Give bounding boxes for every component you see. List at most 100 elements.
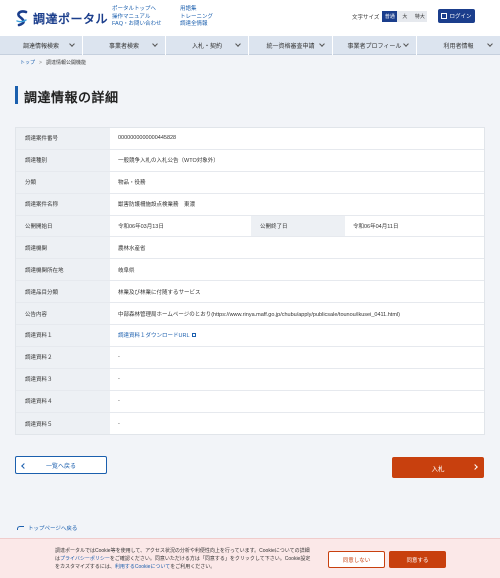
logo-mark-icon xyxy=(16,10,28,27)
category-label: 分類 xyxy=(16,171,110,193)
text-size-xlarge-button[interactable]: 特大 xyxy=(412,11,428,22)
return-arrow-icon xyxy=(17,526,24,530)
text-size-switcher: 文字サイズ 普通 大 特大 xyxy=(352,11,428,22)
doc1-label: 調達資料１ xyxy=(16,325,110,346)
page-title-block: 調達情報の詳細 xyxy=(15,84,485,106)
text-size-large-button[interactable]: 大 xyxy=(397,11,413,22)
cookie-message: 調達ポータルではCookie等を使用して、アクセス状況の分析や利便性向上を行って… xyxy=(55,547,313,571)
nav-label: 事業者検索 xyxy=(108,44,139,50)
publish-end-label: 公開終了日 xyxy=(251,215,345,237)
nav-item-procurement-search[interactable]: 調達情報検索 xyxy=(0,36,83,55)
breadcrumb-home-link[interactable]: トップ xyxy=(20,60,35,66)
nav-label: 統一資格審査申請 xyxy=(266,44,315,50)
doc1-cell: 調達資料１ダウンロードURL xyxy=(110,325,484,346)
table-row: 調達案件番号 0000000000000445828 xyxy=(16,128,484,150)
title-accent-bar xyxy=(15,86,18,104)
cookie-usage-link[interactable]: 利用するCookieについて xyxy=(115,564,170,570)
portal-top-link[interactable]: ポータルトップへ xyxy=(112,6,162,14)
back-to-list-button[interactable]: 一覧へ戻る xyxy=(15,456,107,474)
nav-label: 事業者プロフィール xyxy=(347,44,402,50)
login-button[interactable]: ログイン xyxy=(438,9,475,23)
privacy-policy-link[interactable]: プライバシーポリシー xyxy=(60,556,110,562)
case-name-value: 獣害防護柵施設点検業務 東濃 xyxy=(110,193,484,215)
nav-item-qualification[interactable]: 統一資格審査申請 xyxy=(249,36,333,55)
manual-link[interactable]: 操作マニュアル xyxy=(112,14,162,22)
location-value: 岐阜県 xyxy=(110,259,484,281)
table-row: 調達機関 農林水産省 xyxy=(16,237,484,260)
doc1-download-link[interactable]: 調達資料１ダウンロードURL xyxy=(118,331,190,339)
chevron-down-icon xyxy=(403,41,409,47)
chevron-left-icon xyxy=(21,462,27,469)
training-link[interactable]: トレーニング xyxy=(180,14,213,22)
chevron-right-icon xyxy=(472,464,478,470)
publish-start-value: 令和06年03月13日 xyxy=(110,215,251,237)
faq-link[interactable]: FAQ・お問い合わせ xyxy=(112,21,162,29)
table-row: 調達案件名称 獣害防護柵施設点検業務 東濃 xyxy=(16,193,484,216)
page-top-label: トップページへ戻る xyxy=(28,526,78,532)
header-links-secondary: 用語集 トレーニング 調達全情報 xyxy=(180,6,213,29)
table-row: 調達資料５ - xyxy=(16,412,484,435)
nav-item-bid-contract[interactable]: 入札・契約 xyxy=(166,36,249,55)
category-value: 物品・役務 xyxy=(110,171,484,193)
global-nav: 調達情報検索 事業者検索 入札・契約 統一資格審査申請 事業者プロフィール 利用… xyxy=(0,36,500,55)
nav-label: 入札・契約 xyxy=(191,44,222,50)
cookie-decline-button[interactable]: 同意しない xyxy=(328,551,385,568)
nav-label: 利用者情報 xyxy=(443,44,474,50)
cookie-accept-button[interactable]: 同意する xyxy=(389,551,446,568)
case-number-label: 調達案件番号 xyxy=(16,128,110,149)
chevron-down-icon xyxy=(235,41,241,47)
cookie-banner: 調達ポータルではCookie等を使用して、アクセス状況の分析や利便性向上を行って… xyxy=(0,538,500,578)
doc5-value: - xyxy=(110,412,484,435)
glossary-link[interactable]: 用語集 xyxy=(180,6,213,14)
nav-label: 調達情報検索 xyxy=(22,44,59,50)
notice-label: 公告内容 xyxy=(16,303,110,325)
doc2-value: - xyxy=(110,346,484,368)
doc4-label: 調達資料４ xyxy=(16,390,110,412)
breadcrumb-separator: > xyxy=(39,60,42,66)
back-label: 一覧へ戻る xyxy=(45,463,76,470)
table-row: 調達資料３ - xyxy=(16,368,484,391)
table-row: 調達機関所在地 岐阜県 xyxy=(16,259,484,282)
table-row: 調達資料４ - xyxy=(16,390,484,413)
breadcrumb-current: 調達情報公開機能 xyxy=(45,60,86,66)
type-value: 一般競争入札の入札公告（WTO対象外） xyxy=(110,149,484,171)
doc2-label: 調達資料２ xyxy=(16,346,110,368)
agency-value: 農林水産省 xyxy=(110,237,484,259)
doc3-value: - xyxy=(110,368,484,390)
text-size-label: 文字サイズ xyxy=(352,14,380,21)
item-class-value: 林業及び林業に付随するサービス xyxy=(110,281,484,303)
breadcrumb: トップ > 調達情報公開機能 xyxy=(20,59,86,66)
table-row: 調達資料１ 調達資料１ダウンロードURL xyxy=(16,325,484,347)
publish-start-label: 公開開始日 xyxy=(16,215,110,237)
login-label: ログイン xyxy=(449,14,472,20)
nav-item-business-profile[interactable]: 事業者プロフィール xyxy=(333,36,417,55)
table-row: 公開開始日 令和06年03月13日 公開終了日 令和06年04月11日 xyxy=(16,215,484,238)
nav-item-business-search[interactable]: 事業者検索 xyxy=(83,36,166,55)
item-class-label: 調達品目分類 xyxy=(16,281,110,303)
type-label: 調達種別 xyxy=(16,149,110,171)
all-procurement-link[interactable]: 調達全情報 xyxy=(180,21,213,29)
table-row: 公告内容 中部森林管理局ホームページのとおり(https://www.rinya… xyxy=(16,303,484,326)
publish-end-value: 令和06年04月11日 xyxy=(345,215,484,237)
chevron-down-icon xyxy=(152,41,158,47)
page-title: 調達情報の詳細 xyxy=(24,90,119,105)
table-row: 調達種別 一般競争入札の入札公告（WTO対象外） xyxy=(16,149,484,172)
table-row: 調達資料２ - xyxy=(16,346,484,369)
bid-button[interactable]: 入札 xyxy=(392,457,484,478)
case-name-label: 調達案件名称 xyxy=(16,193,110,215)
notice-value: 中部森林管理局ホームページのとおり(https://www.rinya.maff… xyxy=(110,303,484,325)
login-icon xyxy=(441,13,448,19)
chevron-down-icon xyxy=(319,41,325,47)
case-number-value: 0000000000000445828 xyxy=(110,128,484,149)
cookie-text-post: をご利用ください。 xyxy=(170,564,216,570)
agency-label: 調達機関 xyxy=(16,237,110,259)
external-link-icon xyxy=(191,333,196,338)
logo[interactable]: 調達ポータル xyxy=(14,9,108,27)
header-links-primary: ポータルトップへ 操作マニュアル FAQ・お問い合わせ xyxy=(112,6,162,29)
bid-label: 入札 xyxy=(431,465,445,473)
page-top-link[interactable]: トップページへ戻る xyxy=(17,524,77,532)
chevron-down-icon xyxy=(487,41,493,47)
text-size-normal-button[interactable]: 普通 xyxy=(382,11,398,22)
table-row: 分類 物品・役務 xyxy=(16,171,484,194)
nav-item-user-info[interactable]: 利用者情報 xyxy=(417,36,500,55)
